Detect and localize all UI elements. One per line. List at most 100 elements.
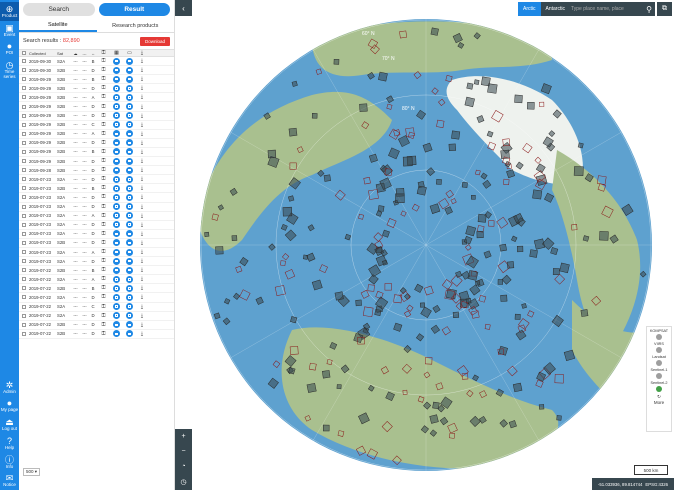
row-metadata-icon[interactable]: ⚿ [97, 67, 110, 73]
row-download-icon[interactable]: ⤓ [136, 131, 148, 137]
row-preview-button[interactable] [110, 121, 123, 129]
row-footprint-button[interactable] [123, 175, 136, 183]
scene-footprint[interactable] [419, 302, 425, 308]
row-preview-button[interactable] [110, 112, 123, 120]
scene-footprint[interactable] [323, 174, 331, 182]
row-preview-button[interactable] [110, 175, 123, 183]
row-metadata-icon[interactable]: ⚿ [97, 285, 110, 291]
row-metadata-icon[interactable]: ⚿ [97, 76, 110, 82]
row-download-icon[interactable]: ⤓ [136, 249, 148, 255]
row-footprint-button[interactable] [123, 212, 136, 220]
nav-product[interactable]: ⊕ Product [0, 2, 19, 21]
scene-footprint[interactable] [527, 101, 535, 110]
row-checkbox[interactable] [19, 304, 29, 309]
row-preview-button[interactable] [110, 275, 123, 283]
row-footprint-button[interactable] [123, 330, 136, 338]
row-download-icon[interactable]: ⤓ [136, 185, 148, 191]
table-row[interactable]: 2019-09-29 S2B --- --- D ⚿ ⤓ [19, 102, 174, 112]
row-preview-button[interactable] [110, 221, 123, 229]
row-metadata-icon[interactable]: ⚿ [97, 213, 110, 219]
row-checkbox[interactable] [19, 177, 29, 182]
scene-footprint[interactable] [430, 27, 439, 36]
scene-footprint[interactable] [532, 189, 543, 200]
row-footprint-button[interactable] [123, 130, 136, 138]
table-row[interactable]: 2019-09-29 S2B --- --- D ⚿ ⤓ [19, 112, 174, 121]
row-preview-button[interactable] [110, 312, 123, 320]
nav-help[interactable]: ? Help [0, 434, 19, 453]
scene-footprint[interactable] [599, 231, 609, 241]
row-footprint-button[interactable] [123, 121, 136, 129]
row-download-icon[interactable]: ⤓ [136, 313, 148, 319]
table-row[interactable]: 2019-07-22 S2B --- --- D ⚿ ⤓ [19, 330, 174, 339]
row-metadata-icon[interactable]: ⚿ [97, 113, 110, 119]
row-download-icon[interactable]: ⤓ [136, 331, 148, 337]
row-download-icon[interactable]: ⤓ [136, 222, 148, 228]
polar-map[interactable]: 80° N 70° N 60° N [192, 0, 674, 490]
row-checkbox[interactable] [19, 186, 29, 191]
select-all-checkbox[interactable] [19, 51, 29, 55]
row-metadata-icon[interactable]: ⚿ [97, 294, 110, 300]
scene-footprint[interactable] [559, 262, 570, 274]
table-row[interactable]: 2019-09-29 S2B --- --- B ⚿ ⤓ [19, 75, 174, 85]
row-preview-button[interactable] [110, 321, 123, 329]
row-preview-button[interactable] [110, 148, 123, 156]
row-download-icon[interactable]: ⤓ [136, 94, 148, 100]
zoom-in-icon[interactable]: + [181, 433, 185, 440]
scene-footprint[interactable] [291, 80, 298, 87]
row-download-icon[interactable]: ⤓ [136, 276, 148, 282]
row-download-icon[interactable]: ⤓ [136, 140, 148, 146]
row-preview-button[interactable] [110, 212, 123, 220]
scene-footprint[interactable] [311, 113, 318, 119]
row-metadata-icon[interactable]: ⚿ [97, 313, 110, 319]
row-footprint-button[interactable] [123, 148, 136, 156]
row-preview-button[interactable] [110, 203, 123, 211]
row-footprint-button[interactable] [123, 103, 136, 111]
sensor-sentinel-2[interactable]: Sentinel-2 [650, 381, 668, 392]
row-checkbox[interactable] [19, 122, 29, 127]
row-download-icon[interactable]: ⤓ [136, 113, 148, 119]
row-metadata-icon[interactable]: ⚿ [97, 131, 110, 137]
table-row[interactable]: 2019-07-23 S2A --- --- D ⚿ ⤓ [19, 221, 174, 230]
col-collected[interactable]: Collected [29, 51, 57, 56]
result-mode-button[interactable]: Result [98, 3, 170, 16]
scene-footprint[interactable] [473, 79, 480, 85]
scene-footprint[interactable] [377, 205, 385, 212]
scene-footprint[interactable] [334, 291, 344, 301]
row-metadata-icon[interactable]: ⚿ [97, 331, 110, 337]
row-metadata-icon[interactable]: ⚿ [97, 194, 110, 200]
scene-footprint[interactable] [467, 269, 479, 281]
row-download-icon[interactable]: ⤓ [136, 285, 148, 291]
scene-footprint[interactable] [521, 303, 527, 309]
row-preview-button[interactable] [110, 257, 123, 265]
scene-footprint[interactable] [448, 143, 457, 152]
row-footprint-button[interactable] [123, 57, 136, 65]
row-download-icon[interactable]: ⤓ [136, 304, 148, 310]
row-download-icon[interactable]: ⤓ [136, 194, 148, 200]
row-checkbox[interactable] [19, 68, 29, 73]
nav-log-out[interactable]: ⏏ Log out [0, 415, 19, 434]
row-checkbox[interactable] [19, 77, 29, 82]
scene-footprint[interactable] [582, 235, 590, 242]
table-row[interactable]: 2019-07-22 S2B --- --- D ⚿ ⤓ [19, 321, 174, 330]
scene-footprint[interactable] [517, 245, 524, 253]
zoom-out-icon[interactable]: − [181, 448, 185, 455]
scene-footprint[interactable] [512, 382, 523, 393]
scene-footprint[interactable] [282, 206, 293, 217]
scene-footprint[interactable] [471, 194, 476, 200]
table-row[interactable]: 2019-07-23 S2A --- --- D ⚿ ⤓ [19, 175, 174, 185]
row-footprint-button[interactable] [123, 221, 136, 229]
scene-footprint[interactable] [336, 384, 342, 390]
row-preview-button[interactable] [110, 266, 123, 274]
download-button[interactable]: Download [139, 36, 170, 46]
row-checkbox[interactable] [19, 259, 29, 264]
table-row[interactable]: 2019-07-23 S2A --- --- A ⚿ ⤓ [19, 212, 174, 221]
row-footprint-button[interactable] [123, 66, 136, 74]
row-preview-button[interactable] [110, 193, 123, 201]
scene-footprint[interactable] [321, 370, 331, 379]
row-checkbox[interactable] [19, 195, 29, 200]
page-size-select[interactable]: 500 ▾ [23, 468, 41, 476]
table-row[interactable]: 2019-09-28 S2B --- --- D ⚿ ⤓ [19, 166, 174, 176]
scene-footprint[interactable] [395, 193, 405, 203]
row-metadata-icon[interactable]: ⚿ [97, 158, 110, 164]
row-preview-button[interactable] [110, 239, 123, 247]
